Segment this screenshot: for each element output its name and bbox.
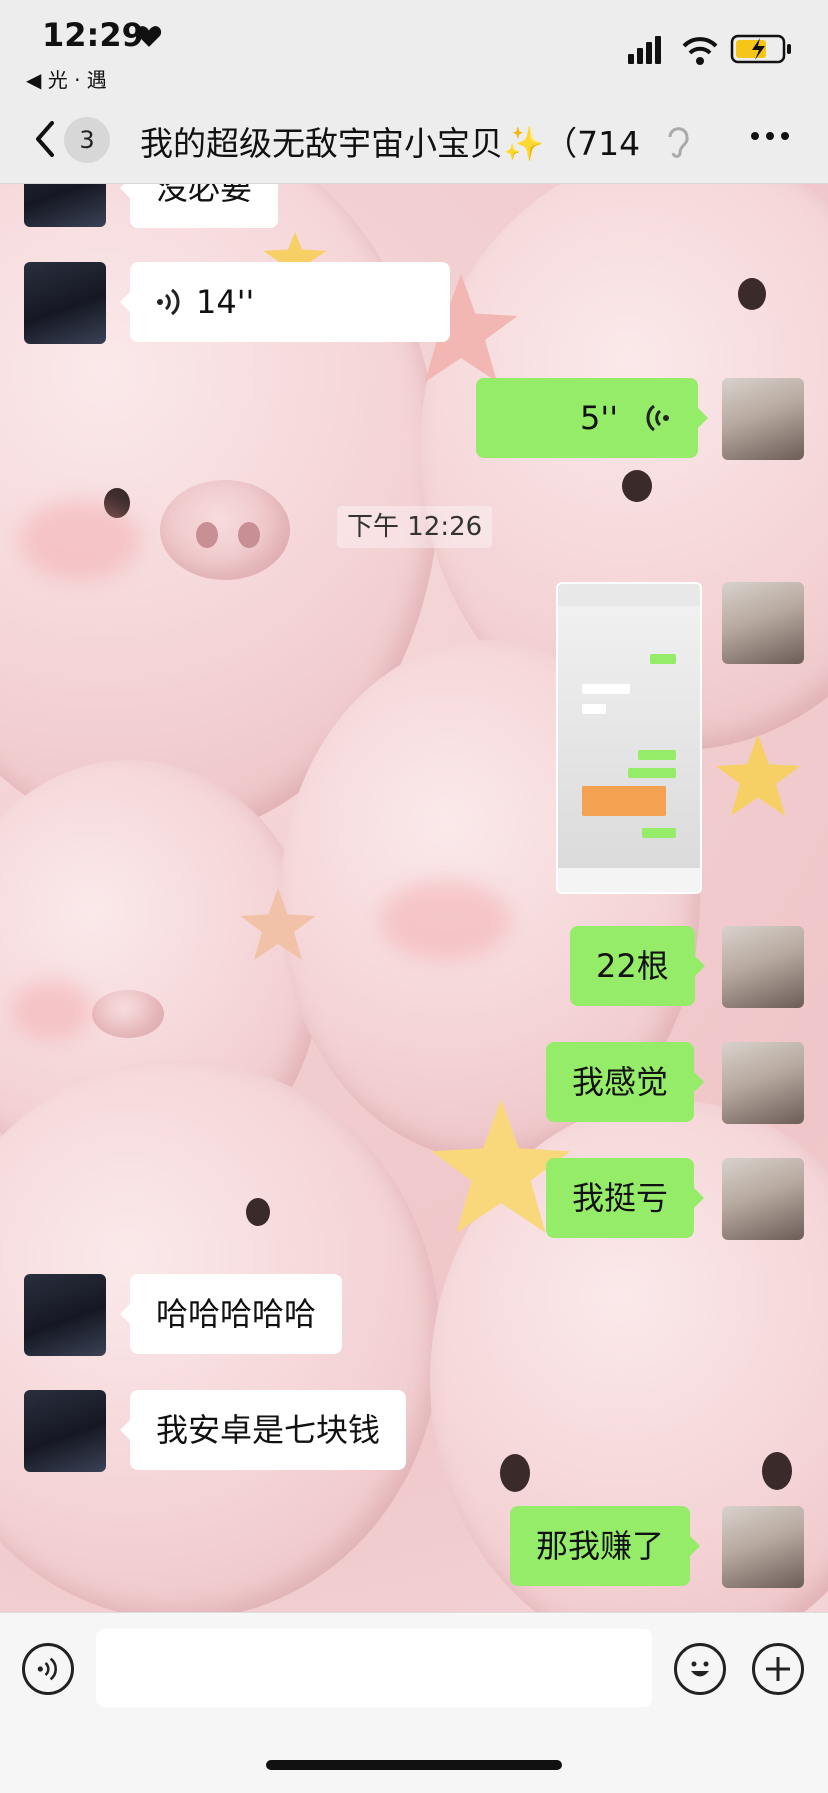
nostril: [196, 522, 218, 548]
message-bubble-sent[interactable]: 我感觉: [546, 1042, 705, 1122]
voice-message-received[interactable]: 14'': [120, 262, 450, 342]
thumbnail-transfer-card: [582, 786, 666, 816]
pig-snout: [160, 480, 290, 580]
back-chevron-icon[interactable]: [28, 117, 68, 161]
thumbnail-bubble: [642, 828, 676, 838]
pig-eye: [762, 1452, 792, 1490]
message-text: 那我赚了: [536, 1527, 665, 1565]
unread-count-badge[interactable]: 3: [64, 117, 110, 163]
smiley-icon: [691, 1661, 709, 1677]
message-text: 哈哈哈哈哈: [156, 1295, 317, 1333]
message-text: 我感觉: [572, 1063, 669, 1101]
more-options-icon[interactable]: [750, 131, 790, 141]
message-input[interactable]: [96, 1629, 652, 1707]
pig-eye: [500, 1454, 530, 1492]
message-bubble-sent[interactable]: 我挺亏: [546, 1158, 705, 1238]
message-timestamp: 下午 12:26: [337, 506, 493, 548]
pig-blush: [12, 980, 92, 1040]
pig-eye: [738, 278, 766, 310]
message-bubble-sent[interactable]: 那我赚了: [510, 1506, 701, 1586]
heart-icon: [136, 26, 162, 47]
voice-message-sent[interactable]: 5'': [476, 378, 708, 458]
pig-eye: [246, 1198, 270, 1226]
voice-wave-icon: [157, 288, 180, 316]
cellular-signal-icon: [628, 36, 661, 64]
chat-header-controls: 3 我的超级无敌宇宙小宝贝✨（714: [0, 95, 828, 183]
status-bar: 12:29 ◀ 光 · 遇: [0, 0, 828, 95]
thumbnail-input-bar: [558, 868, 700, 892]
voice-input-button[interactable]: [22, 1643, 74, 1695]
status-time: 12:29: [42, 16, 144, 54]
thumbnail-bubble: [638, 750, 676, 760]
contact-avatar[interactable]: [24, 1274, 106, 1356]
voice-icon: [37, 1657, 57, 1681]
voice-duration: 5'': [580, 399, 618, 437]
thumbnail-bubble: [628, 768, 676, 778]
pig-blush: [20, 500, 140, 580]
message-text: 我安卓是七块钱: [156, 1411, 381, 1449]
voice-duration: 14'': [196, 283, 255, 321]
chat-title: 我的超级无敌宇宙小宝贝✨（714: [140, 124, 641, 163]
emoji-button[interactable]: [674, 1643, 726, 1695]
pig-blush: [380, 880, 510, 960]
message-text: 我挺亏: [572, 1179, 669, 1217]
system-status-icons: [628, 34, 791, 65]
thumbnail-bubble: [650, 654, 676, 664]
message-bubble-received[interactable]: 哈哈哈哈哈: [119, 1274, 343, 1354]
my-avatar[interactable]: [722, 926, 804, 1008]
contact-avatar[interactable]: [24, 1390, 106, 1472]
star-decoration: [240, 888, 316, 960]
contact-avatar[interactable]: [24, 262, 106, 344]
nostril: [238, 522, 260, 548]
my-avatar[interactable]: [722, 1506, 804, 1588]
my-avatar[interactable]: [722, 1042, 804, 1124]
my-avatar[interactable]: [722, 1158, 804, 1240]
plus-icon: [766, 1657, 790, 1681]
my-avatar[interactable]: [722, 378, 804, 460]
mute-ear-icon: [668, 127, 689, 158]
thumbnail-bubble: [582, 684, 630, 694]
more-functions-button[interactable]: [752, 1643, 804, 1695]
home-indicator: [266, 1760, 562, 1770]
image-message-sent[interactable]: [556, 582, 702, 894]
message-bubble-received[interactable]: 我安卓是七块钱: [119, 1390, 407, 1470]
message-text: 22根: [596, 947, 669, 985]
star-decoration: [715, 734, 801, 816]
wifi-icon: [682, 37, 718, 65]
back-to-app-link[interactable]: ◀ 光 · 遇: [26, 64, 107, 93]
thumbnail-bubble: [582, 704, 606, 714]
battery-icon: [730, 34, 791, 64]
thumbnail-header: [558, 584, 700, 606]
my-avatar[interactable]: [722, 582, 804, 664]
voice-wave-icon: [646, 404, 669, 432]
pig-snout: [92, 990, 164, 1038]
pig-eye: [622, 470, 652, 502]
message-bubble-sent[interactable]: 22根: [570, 926, 705, 1006]
